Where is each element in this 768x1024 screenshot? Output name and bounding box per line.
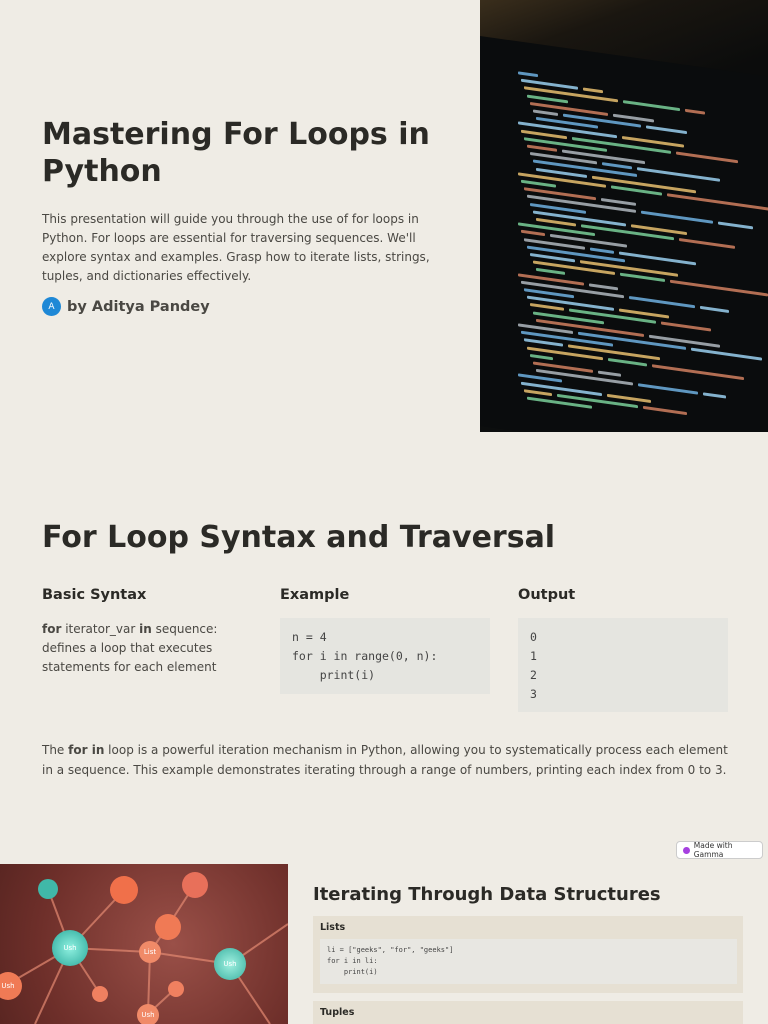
text: iterator_var — [61, 622, 140, 636]
code-line — [637, 167, 720, 182]
code-line — [608, 357, 647, 367]
code-line — [583, 87, 603, 94]
code-line — [667, 193, 768, 211]
code-line — [623, 100, 680, 112]
output-heading: Output — [518, 587, 576, 603]
card-label: Lists — [320, 922, 346, 933]
network-node: Ush — [214, 948, 246, 980]
code-line — [521, 230, 545, 237]
tuples-card: Tuples — [313, 1001, 743, 1024]
code-line — [646, 125, 687, 135]
code-line — [619, 251, 696, 265]
gamma-logo-icon — [683, 846, 690, 854]
network-graph-image: Ush List Ush Ush Ush — [0, 864, 288, 1024]
code-line — [703, 392, 726, 399]
code-screen-image — [480, 0, 768, 432]
code-line — [572, 136, 671, 154]
network-node — [155, 914, 181, 940]
code-line — [685, 109, 705, 116]
made-with-gamma-badge[interactable]: Made with Gamma — [676, 841, 763, 859]
code-line — [676, 151, 738, 163]
code-line — [620, 272, 665, 283]
presentation-title: Mastering For Loops in Python — [42, 117, 430, 189]
code-line — [670, 279, 768, 297]
code-line — [598, 370, 621, 377]
network-node: List — [139, 941, 161, 963]
network-node — [182, 872, 208, 898]
basic-syntax-text: for iterator_var in sequence: defines a … — [42, 620, 242, 677]
avatar: A — [42, 297, 61, 316]
basic-syntax-heading: Basic Syntax — [42, 587, 147, 603]
code-line — [590, 247, 614, 254]
author-name: by Aditya Pandey — [67, 298, 210, 315]
output-code-block: 0 1 2 3 — [518, 618, 728, 712]
intro-text: This presentation will guide you through… — [42, 212, 430, 283]
code-line — [589, 282, 618, 290]
code-line — [700, 305, 729, 313]
code-line — [641, 211, 713, 225]
section-title: For Loop Syntax and Traversal — [42, 520, 556, 555]
code-line — [518, 172, 606, 188]
code-line — [638, 383, 698, 395]
code-line — [718, 221, 753, 230]
network-node: Ush — [137, 1004, 159, 1024]
keyword: for in — [68, 743, 105, 757]
code-line — [601, 198, 636, 207]
network-node — [110, 876, 138, 904]
code-line — [643, 405, 687, 415]
card-label: Tuples — [320, 1007, 355, 1018]
code-line — [524, 338, 563, 348]
keyword: in — [139, 622, 152, 636]
lists-card: Lists li = ["geeks", "for", "geeks"] for… — [313, 916, 743, 993]
code-line — [530, 353, 553, 361]
code-line — [527, 144, 557, 152]
network-node — [92, 986, 108, 1002]
lists-code-block: li = ["geeks", "for", "geeks"] for i in … — [320, 939, 737, 984]
code-line — [602, 162, 632, 170]
example-code-block: n = 4 for i in range(0, n): print(i) — [280, 618, 490, 694]
text: The — [42, 743, 69, 757]
code-line — [679, 237, 735, 249]
keyword: for — [42, 622, 62, 636]
code-line — [518, 71, 538, 78]
data-structures-title: Iterating Through Data Structures — [313, 884, 661, 905]
code-line — [581, 224, 674, 241]
code-line — [533, 109, 558, 116]
text: loop is a powerful iteration mechanism i… — [42, 743, 728, 777]
code-line — [652, 363, 744, 380]
badge-label: Made with Gamma — [693, 841, 733, 859]
network-node: Ush — [52, 930, 88, 966]
code-line — [629, 295, 695, 309]
network-node — [168, 981, 184, 997]
example-heading: Example — [280, 587, 350, 603]
network-node — [38, 879, 58, 899]
code-line — [661, 321, 711, 332]
explanation-paragraph: The for in loop is a powerful iteration … — [42, 741, 732, 780]
code-line — [524, 86, 618, 103]
author-byline: A by Aditya Pandey — [42, 297, 210, 316]
code-line — [536, 268, 565, 276]
code-line — [530, 303, 564, 312]
code-line — [524, 388, 552, 396]
code-line — [691, 347, 762, 361]
code-line — [521, 179, 556, 188]
